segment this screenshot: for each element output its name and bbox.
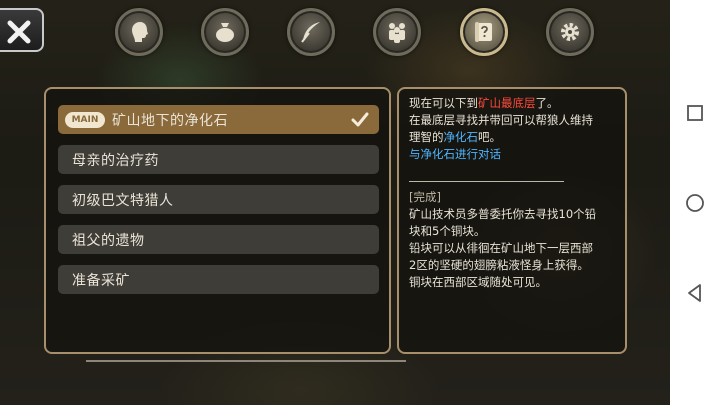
description-line: 在最底层寻找并带回可以帮狼人维持 bbox=[409, 113, 593, 127]
completed-line: 铅块可以从徘徊在矿山地下一层西部 bbox=[409, 241, 593, 255]
close-button[interactable] bbox=[0, 8, 44, 52]
tab-skills[interactable] bbox=[287, 8, 335, 56]
item-highlight: 净化石 bbox=[443, 130, 479, 144]
back-triangle-icon bbox=[688, 284, 701, 302]
quest-item[interactable]: 祖父的遗物 bbox=[58, 225, 379, 254]
settings-gear-icon bbox=[561, 23, 579, 41]
tab-settings[interactable] bbox=[546, 8, 594, 56]
tab-quests[interactable] bbox=[460, 8, 508, 56]
character-head-icon bbox=[132, 22, 148, 42]
completed-line: 2区的坚硬的翅膀粘液怪身上获得。 bbox=[409, 258, 589, 272]
description-line: 现在可以下到矿山最底层了。 bbox=[409, 96, 559, 110]
status-label: [完成] bbox=[409, 190, 441, 204]
quest-label: 准备采矿 bbox=[72, 273, 130, 289]
quest-objective: 与净化石进行对话 bbox=[409, 147, 501, 161]
completed-line: 矿山技术员多普委托你去寻找10个铅 bbox=[409, 207, 597, 221]
quest-item[interactable]: 母亲的治疗药 bbox=[58, 145, 379, 174]
system-navigation-bar bbox=[670, 0, 720, 405]
location-highlight: 矿山最底层 bbox=[478, 96, 536, 110]
completed-step: [完成] 矿山技术员多普委托你去寻找10个铅 块和5个铜块。 铅块可以从徘徊在矿… bbox=[409, 189, 621, 291]
quest-item[interactable]: 准备采矿 bbox=[58, 265, 379, 294]
checkmark-icon bbox=[351, 112, 369, 127]
tab-party[interactable] bbox=[373, 8, 421, 56]
quest-list-panel: MAIN 矿山地下的净化石 母亲的治疗药 初级巴文特猎人 祖父的遗物 准备采矿 bbox=[44, 87, 391, 354]
circle-icon bbox=[686, 194, 704, 212]
square-icon bbox=[687, 105, 703, 121]
close-icon bbox=[7, 20, 31, 44]
divider bbox=[409, 181, 564, 182]
quest-label: 矿山地下的净化石 bbox=[112, 113, 228, 129]
quest-description: 现在可以下到矿山最底层了。 在最底层寻找并带回可以帮狼人维持 理智的净化石吧。 … bbox=[409, 95, 621, 163]
quest-label: 祖父的遗物 bbox=[72, 233, 145, 249]
skills-feather-icon bbox=[301, 22, 320, 43]
quest-item[interactable]: 初级巴文特猎人 bbox=[58, 185, 379, 214]
quest-scroll-icon bbox=[475, 22, 492, 42]
tab-character[interactable] bbox=[115, 8, 163, 56]
tab-inventory[interactable] bbox=[201, 8, 249, 56]
inventory-bag-icon bbox=[216, 23, 234, 42]
quest-item-main[interactable]: MAIN 矿山地下的净化石 bbox=[58, 105, 379, 134]
quest-detail-panel: 现在可以下到矿山最底层了。 在最底层寻找并带回可以帮狼人维持 理智的净化石吧。 … bbox=[397, 87, 627, 354]
bottom-divider bbox=[86, 360, 406, 362]
main-quest-badge: MAIN bbox=[65, 112, 105, 128]
back-button[interactable] bbox=[670, 273, 720, 313]
home-button[interactable] bbox=[670, 183, 720, 223]
party-members-icon bbox=[389, 23, 405, 43]
description-line: 理智的净化石吧。 bbox=[409, 130, 501, 144]
quest-label: 初级巴文特猎人 bbox=[72, 193, 174, 209]
completed-line: 铜块在西部区域随处可见。 bbox=[409, 275, 547, 289]
recent-apps-button[interactable] bbox=[670, 93, 720, 133]
quest-label: 母亲的治疗药 bbox=[72, 153, 159, 169]
completed-line: 块和5个铜块。 bbox=[409, 224, 486, 238]
